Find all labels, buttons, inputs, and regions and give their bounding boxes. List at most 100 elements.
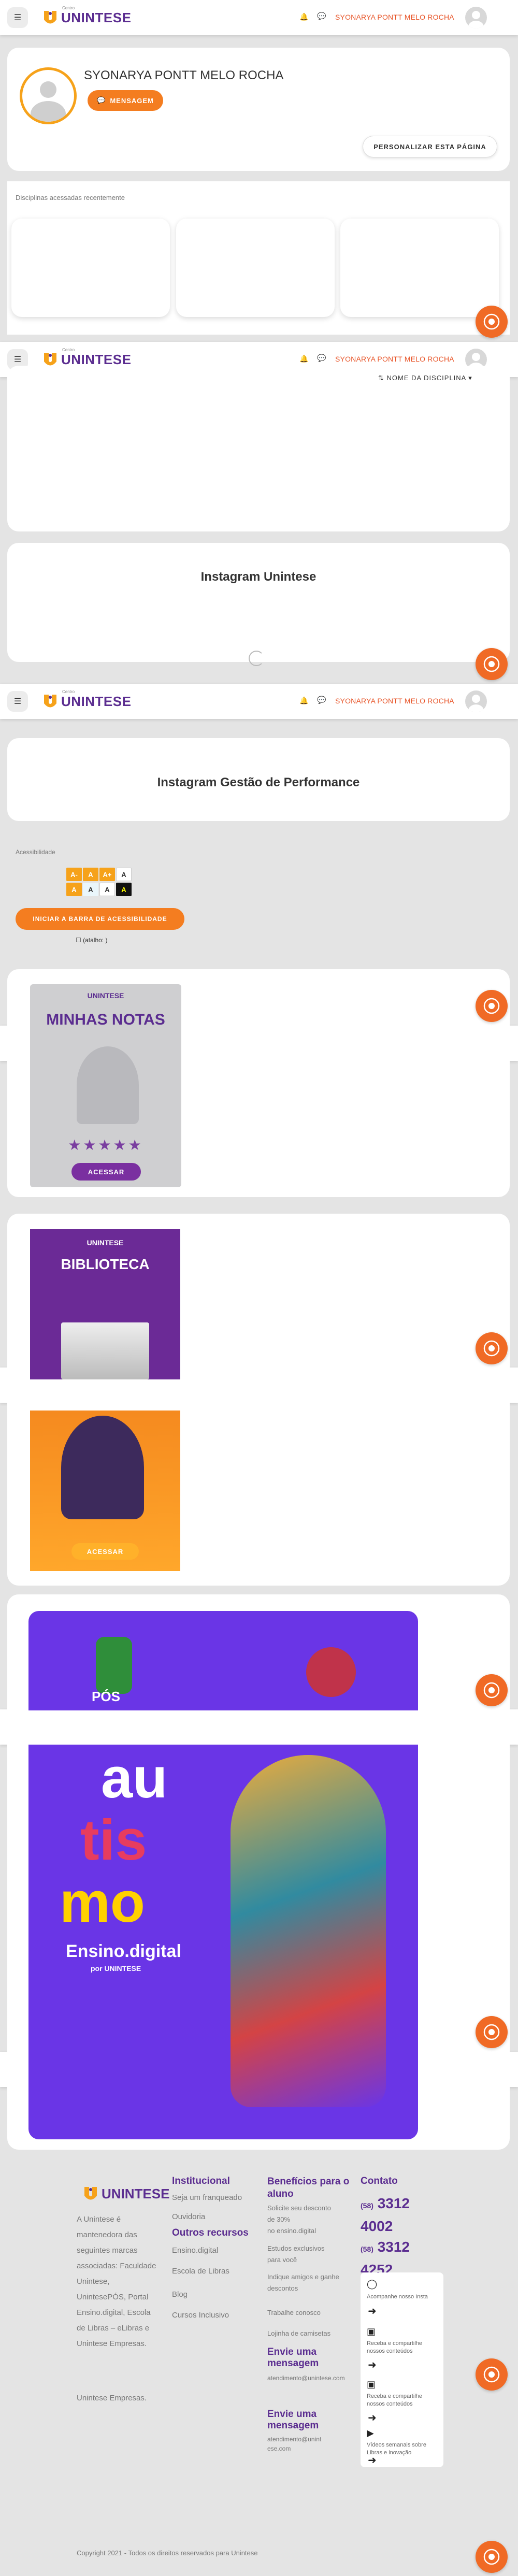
hamburger-icon: ☰ [13,355,22,364]
footer-link[interactable]: Trabalhe conosco [267,2305,321,2321]
banner-title: BIBLIOTECA [61,1256,150,1272]
user-name-link[interactable]: SYONARYA PONTT MELO ROCHA [335,13,454,21]
notas-access-button[interactable]: ACESSAR [71,1163,141,1181]
arrow-right-icon[interactable]: ➜ [368,2305,377,2318]
footer-logo[interactable]: UNINTESE [83,2185,169,2203]
help-chat-button[interactable] [476,2016,508,2048]
footer-outros-title: Outros recursos [172,2227,249,2238]
facebook-icon[interactable]: ▣ [367,2326,376,2337]
footer-link[interactable]: Solicite seu desconto de 30% no ensino.dig… [267,2203,331,2237]
footer-link[interactable]: Cursos Inclusivo [172,2308,229,2323]
footer-link[interactable]: Lojinha de camisetas [267,2326,330,2341]
chat-bubble-icon [483,313,500,330]
help-chat-button[interactable] [476,1332,508,1364]
footer-link[interactable]: Estudos exclusivos para você [267,2243,325,2266]
contrast-white-button[interactable]: A [99,883,115,896]
courses-list-card [7,366,510,531]
chat-icon[interactable]: 💬 [317,12,326,21]
footer-copyright: Copyright 2021 - Todos os direitos reser… [77,2549,258,2557]
contrast-blue-button[interactable]: A [83,883,98,896]
course-card[interactable] [176,219,335,317]
biblioteca-banner[interactable]: UNINTESE BIBLIOTECA [30,1229,180,1379]
contrast-orange-button[interactable]: A [66,883,82,896]
message-button[interactable]: 💬 MENSAGEM [88,90,163,111]
customize-page-button[interactable]: PERSONALIZAR ESTA PÁGINA [363,136,497,157]
footer-email-link[interactable]: atendimento@unintese.com [267,2373,345,2383]
font-decrease-button[interactable]: A- [66,868,82,881]
instagram-icon[interactable]: ◯ [367,2279,377,2290]
contrast-light-button[interactable]: A [116,868,132,881]
user-name-link[interactable]: SYONARYA PONTT MELO ROCHA [335,355,454,363]
help-chat-button[interactable] [476,306,508,338]
banner-brand: UNINTESE [87,1239,124,1247]
bell-icon[interactable]: 🔔 [299,696,308,705]
accessibility-shortcut-checkbox[interactable]: ☐ (atalho: ) [76,937,107,944]
footer-email-link[interactable]: atendimento@unintese.com [267,2435,324,2453]
chat-icon[interactable]: 💬 [317,696,326,704]
footer-link[interactable]: Blog [172,2287,188,2302]
enem-access-button[interactable]: ACESSAR [71,1543,139,1560]
footer-link[interactable]: Indique amigos e ganhe descontos [267,2271,339,2294]
footer-link[interactable]: Ensino.digital [172,2243,218,2258]
user-name-link[interactable]: SYONARYA PONTT MELO ROCHA [335,697,454,705]
menu-toggle-button[interactable]: ☰ [7,7,28,28]
sort-icon: ⇅ [378,374,384,382]
course-card[interactable] [340,219,499,317]
sort-label: NOME DA DISCIPLINA [386,374,466,382]
logo-text: UNINTESE [61,9,132,25]
unintese-logo[interactable]: Centro UNINTESE [42,689,132,711]
font-reset-button[interactable]: A [83,868,98,881]
course-card[interactable] [11,219,170,317]
help-chat-button[interactable] [476,1674,508,1706]
banner-title: MINHAS NOTAS [46,1011,165,1028]
help-chat-button[interactable] [476,2358,508,2391]
social-text: Acompanhe nosso Insta [367,2294,428,2300]
font-increase-button[interactable]: A+ [99,868,115,881]
start-accessibility-bar-button[interactable]: INICIAR A BARRA DE ACESSIBILIDADE [16,908,184,930]
chat-bubble-icon [483,998,500,1014]
menu-toggle-button[interactable]: ☰ [7,691,28,712]
help-chat-button[interactable] [476,990,508,1022]
user-avatar[interactable] [465,7,487,28]
minhas-notas-banner[interactable]: UNINTESE MINHAS NOTAS ★★★★★ ACESSAR [30,984,181,1187]
footer-contato-title: Contato [361,2176,398,2186]
pos-banner[interactable]: PÓS [28,1611,418,1710]
chat-icon[interactable]: 💬 [317,354,326,363]
profile-avatar-ring [20,67,77,124]
chat-bubble-icon [483,2024,500,2040]
five-stars-icon: ★★★★★ [68,1137,143,1153]
footer-about-extra: Unintese Empresas. [77,2394,147,2402]
ensino-digital-logo: Ensino.digital [66,1941,181,1961]
contrast-dark-button[interactable]: A [116,883,132,896]
instagram-unintese-card: Instagram Unintese [7,543,510,666]
logo-text: UNINTESE [61,693,132,709]
arrow-right-icon[interactable]: ➜ [368,2358,377,2371]
unintese-logo[interactable]: Centro UNINTESE [42,6,132,27]
footer-link[interactable]: Seja um franqueado [172,2190,242,2206]
help-chat-button[interactable] [476,2541,508,2573]
unintese-u-icon [44,695,56,708]
sort-by-course-name-dropdown[interactable]: ⇅ NOME DA DISCIPLINA ▾ [378,374,472,382]
arrow-right-icon[interactable]: ➜ [368,2454,377,2467]
books-illustration [61,1322,149,1379]
footer-link[interactable]: Ouvidoria [172,2209,205,2225]
hamburger-icon: ☰ [13,697,22,706]
recent-courses-label: Disciplinas acessadas recentemente [16,194,125,202]
user-avatar[interactable] [465,690,487,712]
help-chat-button[interactable] [476,648,508,680]
arrow-right-icon[interactable]: ➜ [368,2411,377,2424]
social-text: Vídeos semanais sobre Libras e inovação [367,2442,426,2456]
hamburger-icon: ☰ [13,13,22,22]
bell-icon[interactable]: 🔔 [299,354,308,363]
footer-link[interactable]: Escola de Libras [172,2264,229,2279]
bell-icon[interactable]: 🔔 [299,12,308,21]
youtube-icon[interactable]: ▶ [367,2428,374,2439]
facebook-icon[interactable]: ▣ [367,2379,376,2390]
chat-icon: 💬 [97,96,106,104]
enem-banner[interactable]: ACESSAR [30,1411,180,1571]
autismo-banner[interactable]: au tis mo Ensino.digital por UNINTESE [28,1745,418,2139]
chat-bubble-icon [483,2366,500,2383]
logo-text: UNINTESE [61,351,132,367]
instagram-gestao-card: Instagram Gestão de Performance [7,738,510,821]
footer-phone[interactable]: (58) 3312 4002 [361,2193,410,2237]
